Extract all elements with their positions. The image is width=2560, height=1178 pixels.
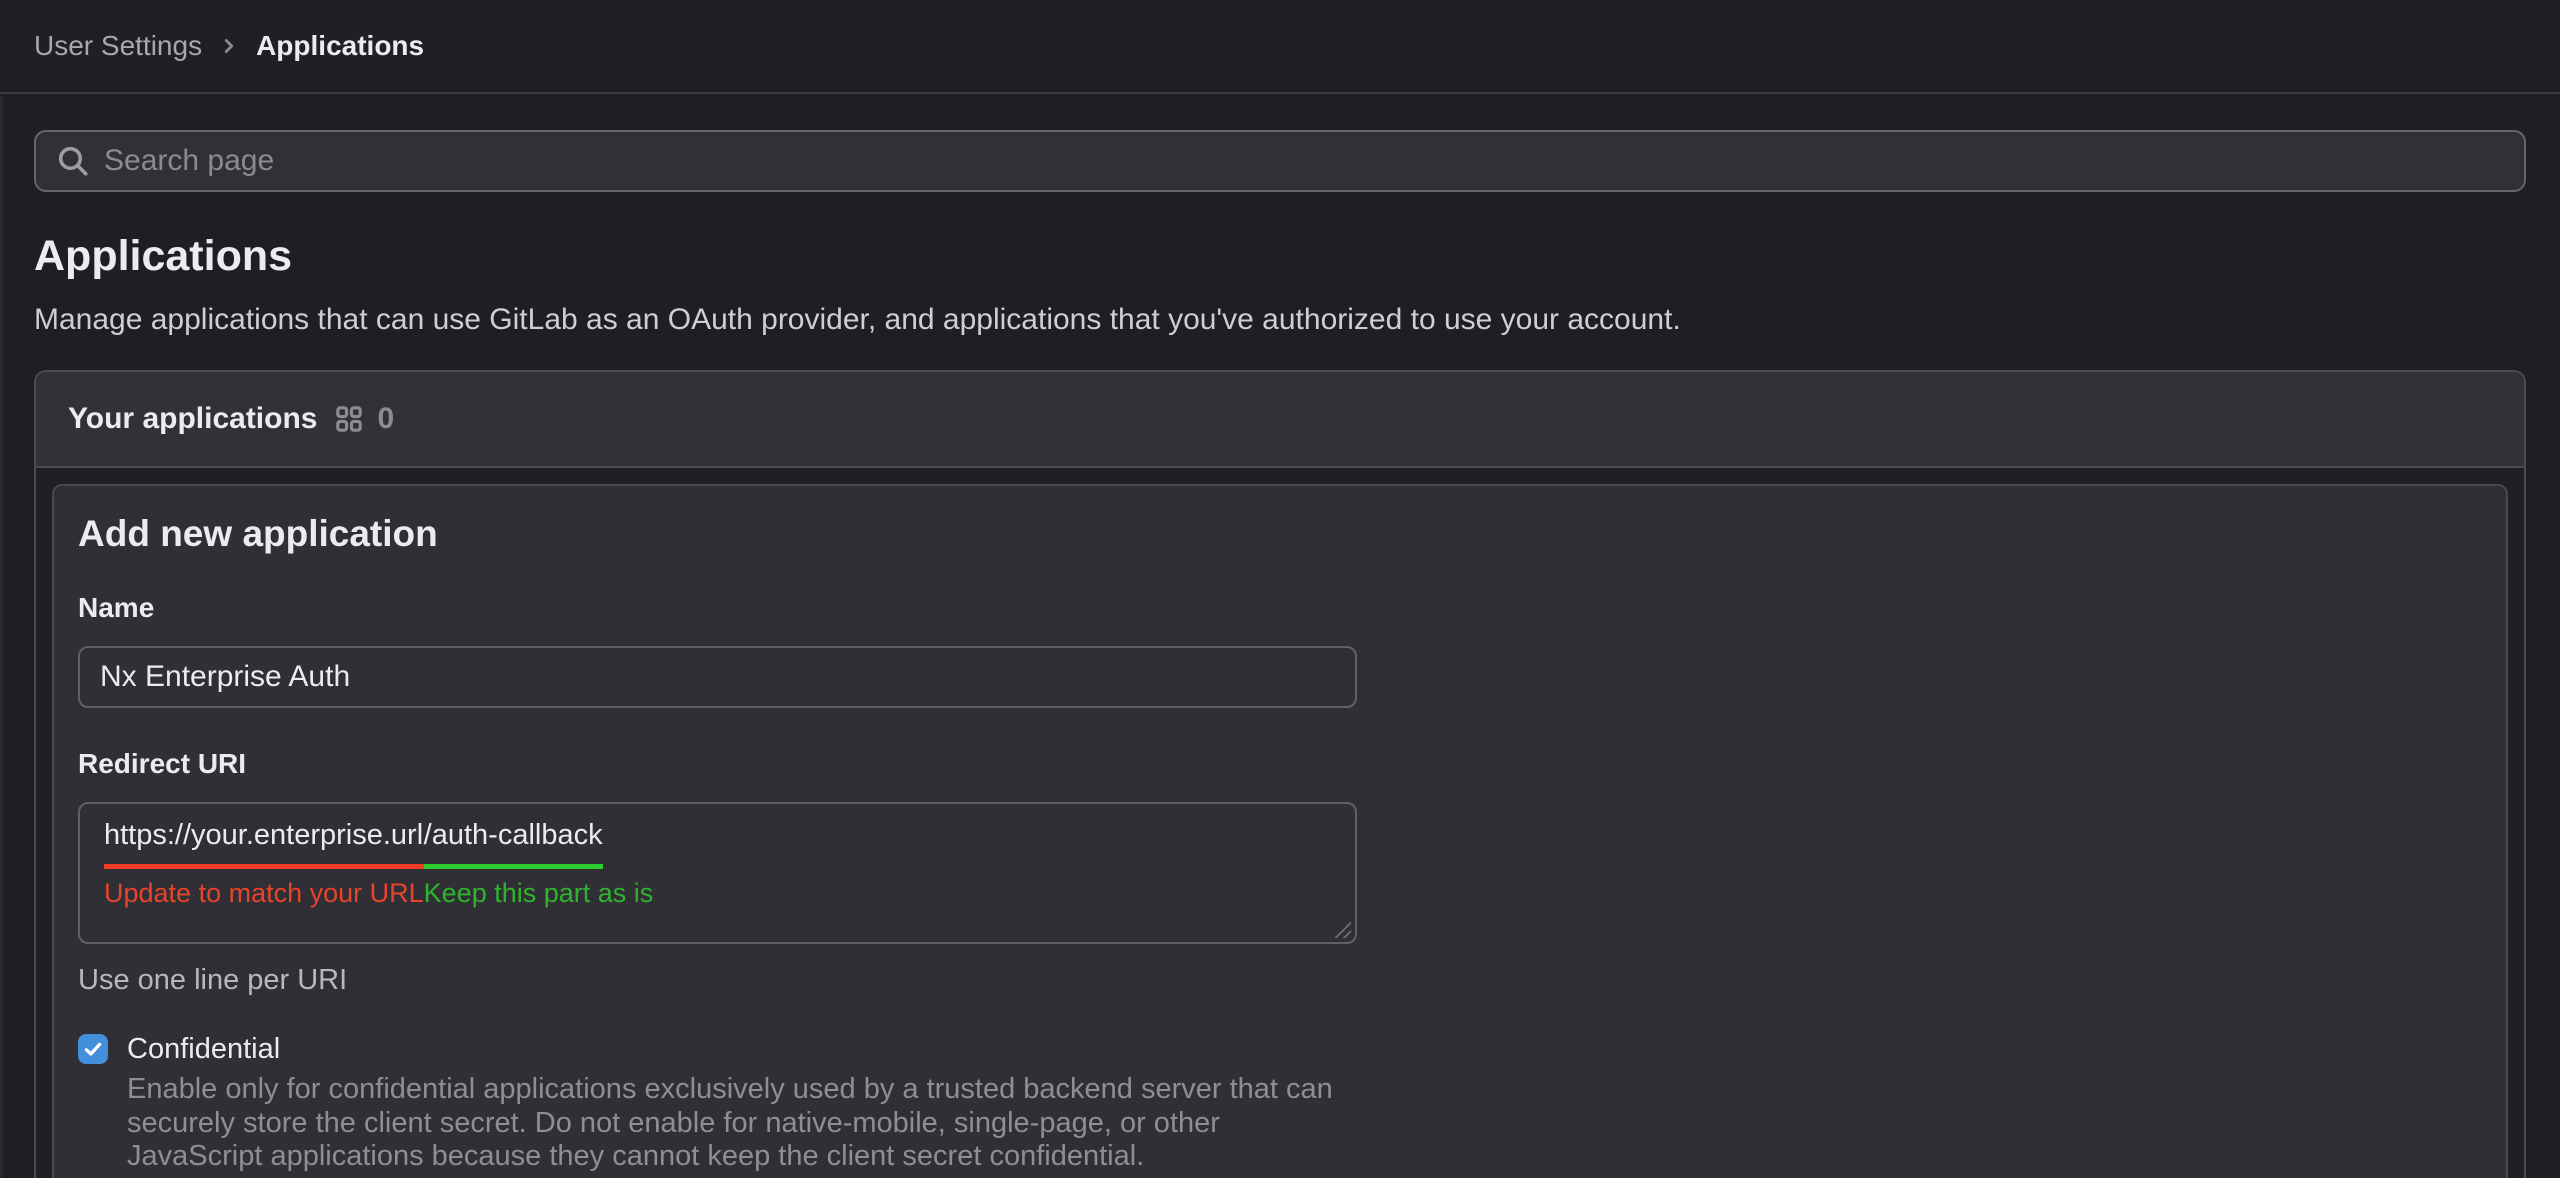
your-applications-body: Add new application Name Redirect URI ht… (36, 468, 2524, 1178)
search-bar[interactable] (34, 130, 2526, 192)
add-application-card: Add new application Name Redirect URI ht… (52, 484, 2508, 1178)
chevron-right-icon (218, 35, 240, 57)
search-icon (56, 144, 90, 178)
breadcrumb-applications: Applications (256, 30, 424, 62)
add-application-title: Add new application (78, 512, 2482, 556)
applications-grid-icon (335, 405, 363, 433)
your-applications-header: Your applications 0 (36, 372, 2524, 468)
page-title: Applications (34, 232, 2526, 280)
breadcrumb-bar: User Settings Applications (0, 0, 2560, 94)
redirect-uri-label: Redirect URI (78, 748, 2482, 780)
redirect-uri-hint: Use one line per URI (78, 964, 2482, 997)
annotation-keep-part: Keep this part as is (424, 878, 654, 908)
redirect-uri-host-segment: https://your.enterprise.url (104, 818, 424, 869)
your-applications-title: Your applications (68, 402, 317, 436)
confidential-text-block: Confidential Enable only for confidentia… (127, 1031, 1362, 1174)
settings-content: Applications Manage applications that ca… (0, 130, 2560, 1178)
annotation-update-url: Update to match your URL (104, 869, 424, 909)
redirect-uri-textarea[interactable]: https://your.enterprise.url /auth-callba… (78, 802, 1357, 944)
window-edge-strip (0, 96, 3, 1178)
textarea-resize-handle[interactable] (1333, 920, 1351, 938)
applications-count-badge: 0 (377, 402, 394, 436)
name-label: Name (78, 592, 2482, 624)
confidential-row: Confidential Enable only for confidentia… (78, 1031, 2482, 1174)
confidential-checkbox[interactable] (78, 1034, 108, 1064)
redirect-uri-value: https://your.enterprise.url /auth-callba… (104, 818, 1355, 909)
redirect-uri-path-segment: /auth-callback (424, 818, 603, 869)
checkmark-icon (82, 1038, 104, 1060)
application-name-input[interactable] (78, 646, 1357, 708)
breadcrumb: User Settings Applications (34, 30, 424, 62)
breadcrumb-user-settings[interactable]: User Settings (34, 30, 202, 62)
your-applications-panel: Your applications 0 Add new application … (34, 370, 2526, 1178)
confidential-help: Enable only for confidential application… (127, 1073, 1362, 1174)
search-input[interactable] (104, 132, 2524, 190)
page-description: Manage applications that can use GitLab … (34, 302, 2526, 338)
confidential-label[interactable]: Confidential (127, 1031, 1362, 1067)
